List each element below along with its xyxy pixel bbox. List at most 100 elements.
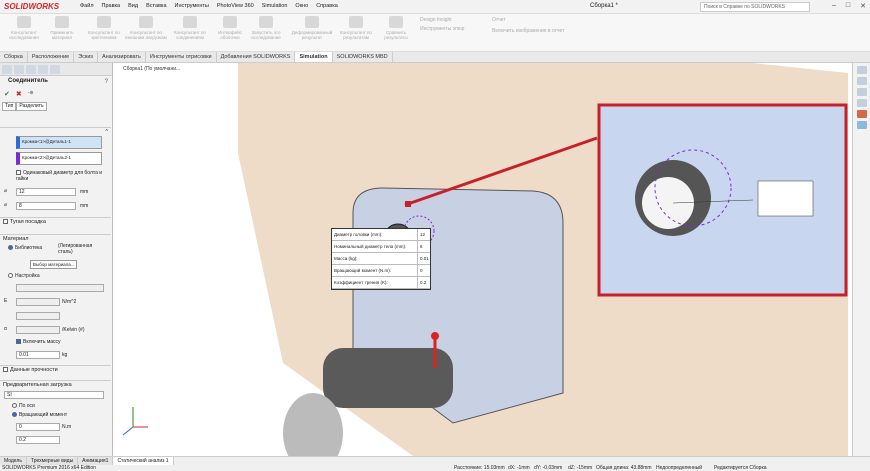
ribbon-results-advisor[interactable]: Консультант по результатам: [334, 16, 378, 50]
tab-mbd[interactable]: SOLIDWORKS MBD: [333, 52, 393, 62]
dy-text: dY: -0.03mm: [534, 465, 563, 471]
ribbon-fixtures-advisor[interactable]: Консультант по креплениям: [82, 16, 126, 50]
tab-assembly[interactable]: Сборка: [0, 52, 28, 62]
torque-input[interactable]: 0: [16, 423, 60, 431]
checkbox-icon: [3, 219, 8, 225]
menu-simulation[interactable]: Simulation: [262, 3, 288, 9]
ribbon-report[interactable]: Отчет: [492, 17, 506, 23]
snug-fit-checkbox[interactable]: Тугая посадка: [0, 217, 111, 226]
close-icon[interactable]: ✕: [860, 2, 866, 10]
tab-addins[interactable]: Добавления SOLIDWORKS: [217, 52, 296, 62]
help-icon[interactable]: ?: [105, 79, 108, 85]
menu-tools[interactable]: Инструменты: [175, 3, 209, 9]
help-search-input[interactable]: Поиск в Справке по SOLIDWORKS: [700, 2, 810, 12]
diameter-input[interactable]: 12: [16, 188, 76, 196]
run-icon: [259, 16, 273, 28]
tab-simulation[interactable]: Simulation: [295, 52, 333, 62]
strength-data-checkbox[interactable]: Данные прочности: [0, 365, 111, 374]
ribbon-plot-tools[interactable]: Инструменты эпюр: [420, 26, 464, 32]
definition-state: Недоопределенный: [656, 465, 703, 471]
tab-3d-views[interactable]: Трехмерные виды: [26, 457, 79, 465]
tab-layout[interactable]: Расположение: [28, 52, 75, 62]
select-material-button[interactable]: Выбор материала...: [30, 260, 78, 269]
tab-markup[interactable]: Инструменты отрисовки: [146, 52, 217, 62]
modulus-field[interactable]: [16, 298, 60, 306]
include-mass-checkbox[interactable]: Включить массу: [16, 339, 61, 345]
configuration-icon[interactable]: [26, 65, 36, 74]
command-tabs: Сборка Расположение Эскиз Анализировать …: [0, 52, 870, 63]
fixture-icon: [97, 16, 111, 28]
panel-title: Соединитель: [8, 78, 48, 84]
ribbon-deformed-result[interactable]: Деформированный результат: [290, 16, 334, 50]
menu-help[interactable]: Справка: [316, 3, 338, 9]
modulus-icon: E: [4, 298, 8, 304]
same-diameter-checkbox[interactable]: Одинаковый диаметр для болта и гайки: [16, 170, 106, 182]
appearances-icon[interactable]: [856, 110, 867, 118]
graphics-area[interactable]: Сборка1 (По умолчани... Диаметр головки …: [113, 63, 848, 456]
thermal-expansion-field[interactable]: [16, 326, 60, 334]
custom-properties-icon[interactable]: [856, 121, 867, 129]
tab-evaluate[interactable]: Анализировать: [98, 52, 146, 62]
ribbon-compare-results[interactable]: Сравнить результаты: [374, 16, 418, 50]
thermal-icon: α: [4, 326, 7, 332]
edge-selection-1[interactable]: Кромка<1>@Деталь1-1: [16, 136, 102, 149]
document-title: Сборка1 *: [590, 3, 618, 9]
poisson-field[interactable]: [16, 312, 60, 320]
mass-input[interactable]: 0.01: [16, 351, 60, 359]
feature-tree-icon[interactable]: [2, 65, 12, 74]
pin-icon[interactable]: -⊕: [28, 90, 34, 100]
units-dropdown[interactable]: SI: [4, 391, 104, 399]
menu-view[interactable]: Вид: [128, 3, 138, 9]
nominal-diameter-unit[interactable]: mm: [80, 203, 88, 209]
distance-text: Расстояние: 15.03mm: [454, 465, 505, 471]
property-manager-icon[interactable]: [14, 65, 24, 74]
solidworks-logo[interactable]: SOLIDWORKS: [4, 2, 59, 11]
type-section-header[interactable]: ^: [0, 127, 111, 135]
ribbon-include-image[interactable]: Включить изображение в отчет: [492, 28, 564, 34]
ribbon-apply-material[interactable]: Применить материал: [40, 16, 84, 50]
design-library-icon[interactable]: [856, 77, 867, 85]
maximize-icon[interactable]: □: [846, 2, 850, 10]
file-explorer-icon[interactable]: [856, 88, 867, 96]
cancel-icon[interactable]: ✖: [16, 90, 22, 100]
preload-section-header[interactable]: Предварительная загрузка: [0, 380, 111, 389]
display-manager-icon[interactable]: [50, 65, 60, 74]
ok-icon[interactable]: ✔: [4, 90, 10, 100]
editing-state: Редактируется Сборка: [714, 465, 767, 471]
library-radio[interactable]: Библиотека: [8, 245, 42, 251]
tab-animation[interactable]: Анимация1: [78, 457, 114, 465]
radio-icon: [8, 245, 13, 251]
dimxpert-icon[interactable]: [38, 65, 48, 74]
ribbon-loads-advisor[interactable]: Консультант по внешним нагрузкам: [124, 16, 168, 50]
material-name-field[interactable]: [16, 284, 104, 292]
menu-insert[interactable]: Вставка: [146, 3, 166, 9]
subtab-type[interactable]: Тип: [2, 102, 17, 111]
friction-input[interactable]: 0.2: [16, 436, 60, 444]
nominal-diameter-input[interactable]: 8: [16, 202, 76, 210]
minimize-icon[interactable]: –: [832, 2, 836, 10]
tab-sketch[interactable]: Эскиз: [74, 52, 98, 62]
ribbon-design-insight[interactable]: Design Insight: [420, 17, 452, 23]
edge-selection-2[interactable]: Кромка<2>@Деталь2-1: [16, 152, 102, 165]
tab-model[interactable]: Модель: [0, 457, 27, 465]
material-section-header[interactable]: Материал: [0, 234, 111, 243]
menu-window[interactable]: Окно: [295, 3, 308, 9]
tab-static-study[interactable]: Статический анализ 1: [113, 457, 174, 465]
callout-anchor: [405, 201, 411, 207]
menu-file[interactable]: Файл: [80, 3, 94, 9]
custom-radio[interactable]: Настройка: [8, 273, 40, 279]
resources-icon[interactable]: [856, 66, 867, 74]
ribbon-connections-advisor[interactable]: Консультант по соединениям: [168, 16, 212, 50]
subtab-split[interactable]: Разделить: [16, 102, 47, 111]
model-drawing: [122, 63, 848, 456]
feature-breadcrumb[interactable]: Сборка1 (По умолчани...: [123, 66, 180, 72]
diameter-unit[interactable]: mm: [80, 189, 88, 195]
ribbon-run-study[interactable]: Запустить это исследование: [244, 16, 288, 50]
status-bar: Модель Трехмерные виды Анимация1 Статиче…: [0, 456, 870, 471]
axial-radio[interactable]: По оси: [12, 403, 35, 409]
menu-photoview[interactable]: PhotoView 360: [217, 3, 254, 9]
radio-icon: [8, 273, 13, 279]
view-palette-icon[interactable]: [856, 99, 867, 107]
torque-radio[interactable]: Вращающий момент: [12, 412, 67, 418]
menu-edit[interactable]: Правка: [102, 3, 121, 9]
